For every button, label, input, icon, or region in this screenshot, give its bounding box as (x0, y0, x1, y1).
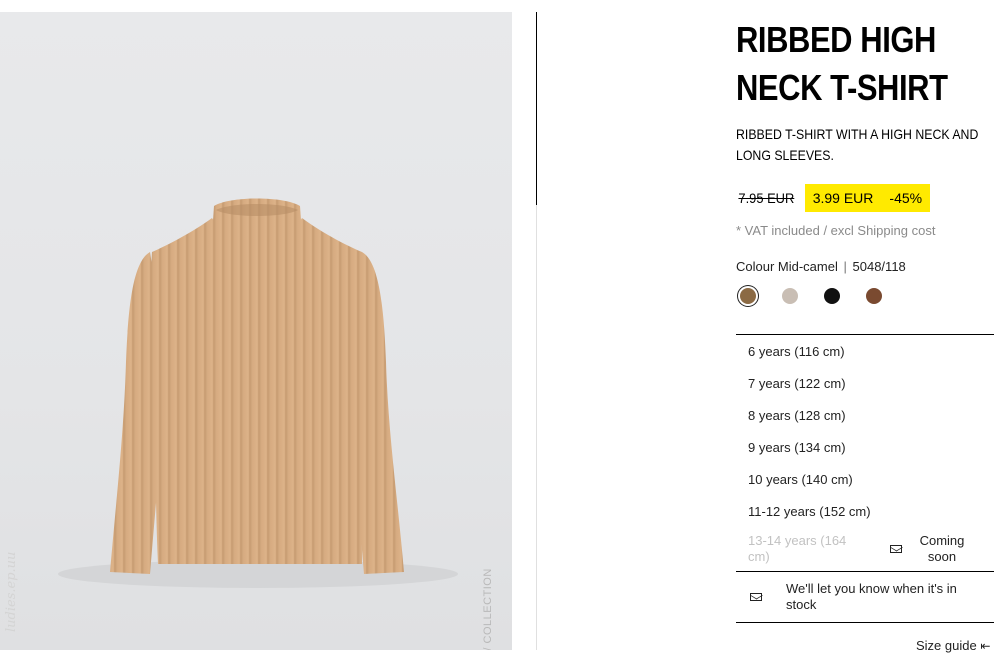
old-price: 7.95 EUR (738, 190, 795, 206)
swatch-brown[interactable] (866, 288, 882, 304)
image-watermark-left: ludies.ep.uu (4, 551, 19, 632)
discount-label: -45% (889, 190, 923, 206)
colour-info: Colour Mid-camel | 5048/118 (736, 259, 906, 274)
image-watermark: E / COLLECTION (482, 568, 494, 650)
size-label: 10 years (140 cm) (748, 471, 853, 487)
coming-soon: Coming soon (890, 533, 972, 565)
size-label: 9 years (134 cm) (748, 439, 846, 455)
swatch-mid-camel[interactable] (740, 288, 756, 304)
size-option[interactable]: 7 years (122 cm) (736, 367, 994, 399)
size-option[interactable]: 10 years (140 cm) (736, 463, 994, 495)
envelope-icon (750, 593, 762, 601)
product-image[interactable]: E / COLLECTION ludies.ep.uu (0, 12, 512, 650)
notify-me-button[interactable]: We'll let you know when it's in stock (736, 572, 994, 623)
coming-soon-label: Coming soon (919, 533, 965, 564)
ruler-icon: ⇤ (980, 639, 991, 653)
envelope-icon (890, 545, 902, 553)
notify-label: We'll let you know when it's in stock (786, 581, 957, 612)
size-option[interactable]: 6 years (116 cm) (736, 335, 994, 367)
size-label: 6 years (116 cm) (748, 343, 845, 359)
product-description: RIBBED T-SHIRT WITH A HIGH NECK AND LONG… (736, 126, 979, 163)
size-label: 11-12 years (152 cm) (748, 503, 871, 519)
sale-price: 3.99 EUR (812, 190, 874, 206)
product-reference: 5048/118 (852, 259, 906, 274)
size-option[interactable]: 11-12 years (152 cm) (736, 495, 994, 527)
size-label: 8 years (128 cm) (748, 407, 846, 423)
colour-separator: | (843, 259, 847, 274)
colour-swatches (736, 288, 908, 304)
price-block: 7.95 EUR 3.99 EUR -45% (736, 184, 931, 212)
size-option[interactable]: 9 years (134 cm) (736, 431, 994, 463)
size-option-unavailable[interactable]: 13-14 years (164 cm) Coming soon (736, 527, 994, 572)
swatch-black[interactable] (824, 288, 840, 304)
size-label: 13-14 years (164 cm) (748, 533, 847, 564)
sweater-illustration (58, 198, 458, 588)
sale-price-badge: 3.99 EUR -45% (804, 184, 931, 212)
size-guide-label: Size guide (916, 638, 977, 653)
divider (536, 12, 537, 205)
title-line-1: RIBBED HIGH (736, 19, 936, 60)
divider-light (536, 205, 537, 650)
size-selector: 6 years (116 cm) 7 years (122 cm) 8 year… (736, 334, 994, 623)
size-label: 7 years (122 cm) (748, 375, 846, 391)
colour-label: Colour Mid-camel (736, 259, 838, 274)
product-title: RIBBED HIGH NECK T-SHIRT (736, 16, 958, 112)
vat-note: * VAT included / excl Shipping cost (736, 223, 936, 238)
size-option[interactable]: 8 years (128 cm) (736, 399, 994, 431)
title-line-2: NECK T-SHIRT (736, 67, 948, 108)
size-guide-link[interactable]: Size guide ⇤ (916, 638, 990, 653)
swatch-beige[interactable] (782, 288, 798, 304)
